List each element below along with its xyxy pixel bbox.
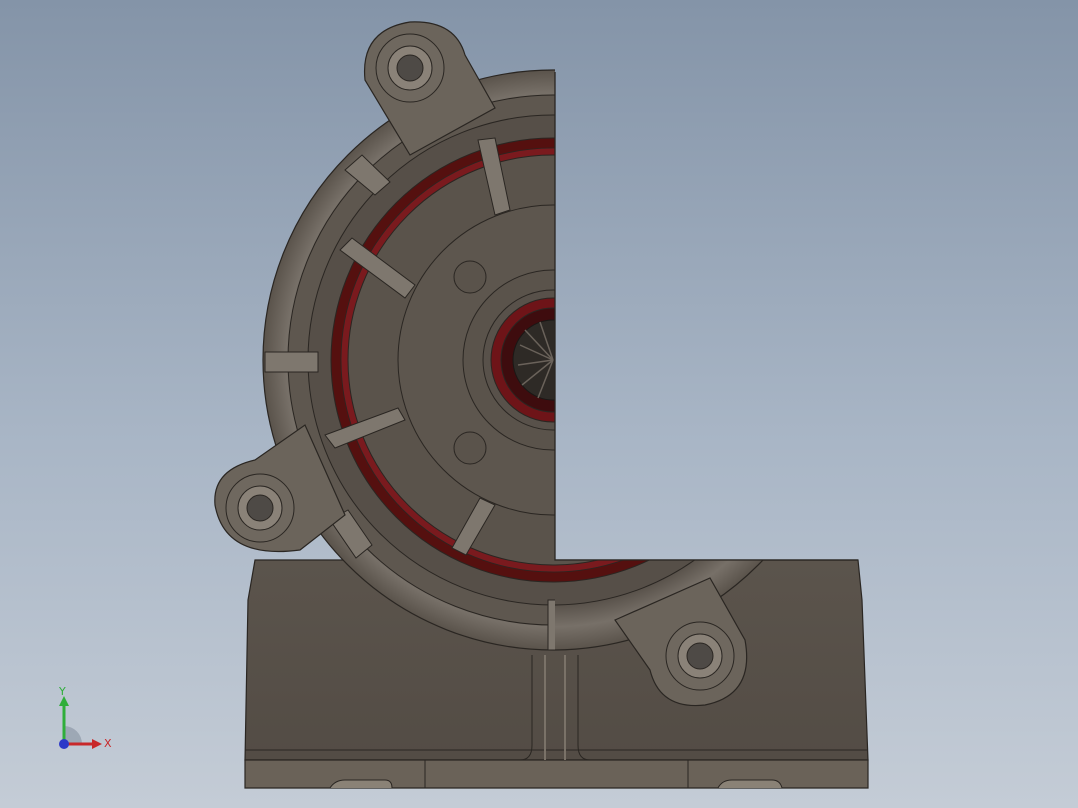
section-cut-edge (554, 72, 858, 561)
z-axis-dot (59, 739, 69, 749)
y-axis-label: Y (58, 685, 66, 698)
graphics-viewport[interactable]: Y X (0, 0, 1078, 808)
pump-section-model[interactable] (0, 0, 1078, 808)
axis-triad: Y X (58, 685, 112, 750)
x-axis-label: X (104, 737, 112, 750)
